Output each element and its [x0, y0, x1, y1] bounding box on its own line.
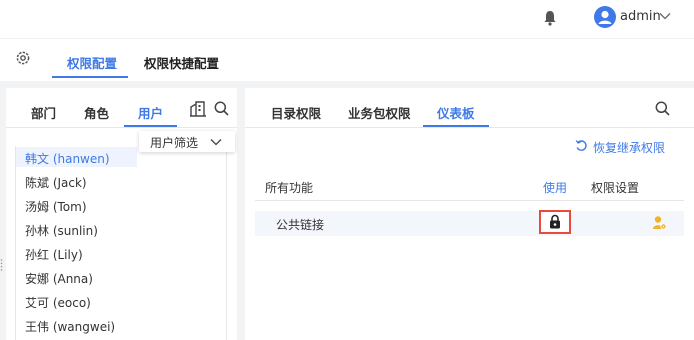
- divider: [245, 127, 694, 128]
- list-item[interactable]: 孙红 (Lily): [25, 246, 83, 263]
- tab-role[interactable]: 角色: [84, 103, 109, 122]
- username-label[interactable]: admin: [620, 9, 661, 24]
- user-filter-label[interactable]: 用户筛选: [150, 134, 198, 151]
- restore-icon[interactable]: [575, 139, 588, 152]
- user-list-items: 韩文 (hanwen) 陈斌 (Jack) 汤姆 (Tom) 孙林 (sunli…: [15, 146, 225, 340]
- lock-icon[interactable]: [549, 214, 561, 229]
- gear-icon[interactable]: [15, 50, 31, 66]
- column-header-all-functions: 所有功能: [265, 181, 314, 195]
- tab-dashboard[interactable]: 仪表板: [437, 103, 475, 122]
- restore-inherit-button[interactable]: 恢复继承权限: [593, 139, 665, 156]
- avatar-icon[interactable]: [594, 6, 616, 28]
- tab-department[interactable]: 部门: [31, 103, 56, 122]
- list-item[interactable]: 韩文 (hanwen): [25, 150, 110, 167]
- tab-user[interactable]: 用户: [138, 103, 163, 122]
- tab-permission-quick-config[interactable]: 权限快捷配置: [144, 53, 219, 72]
- chevron-down-icon[interactable]: [210, 138, 222, 146]
- search-icon[interactable]: [214, 101, 229, 116]
- resize-handle[interactable]: [0, 258, 3, 272]
- function-name: 公共链接: [276, 218, 325, 232]
- bell-icon[interactable]: [543, 10, 557, 26]
- list-item[interactable]: 孙林 (sunlin): [25, 222, 98, 239]
- divider: [6, 127, 237, 128]
- column-header-use[interactable]: 使用: [543, 179, 567, 196]
- column-header-permission-settings: 权限设置: [591, 181, 640, 195]
- chevron-down-icon[interactable]: [659, 12, 671, 20]
- list-item[interactable]: 汤姆 (Tom): [25, 198, 87, 215]
- active-tab-underline: [52, 76, 128, 78]
- user-settings-icon[interactable]: [652, 215, 667, 230]
- list-item[interactable]: 艾可 (eoco): [25, 294, 91, 311]
- list-item[interactable]: 陈斌 (Jack): [25, 174, 87, 191]
- tab-directory-permission[interactable]: 目录权限: [271, 103, 321, 122]
- list-item[interactable]: 王伟 (wangwei): [25, 318, 115, 335]
- building-icon[interactable]: [189, 100, 207, 118]
- search-icon[interactable]: [655, 101, 670, 116]
- top-bar: [0, 0, 694, 38]
- tab-permission-config[interactable]: 权限配置: [67, 53, 117, 72]
- tab-business-package-permission[interactable]: 业务包权限: [348, 103, 411, 122]
- list-item[interactable]: 安娜 (Anna): [25, 270, 93, 287]
